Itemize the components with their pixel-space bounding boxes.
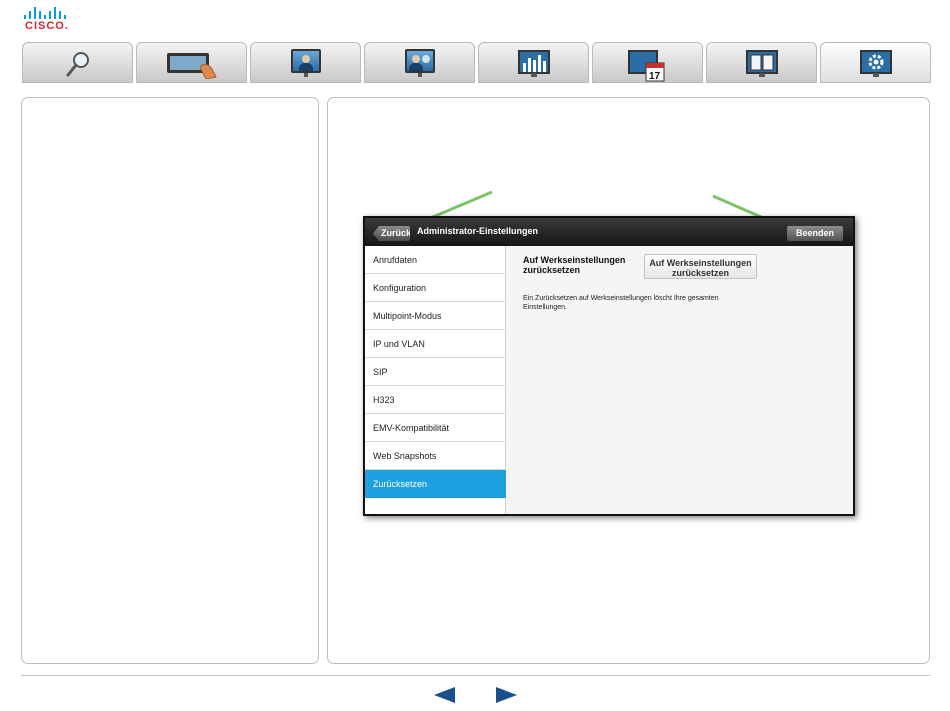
menu-item-emv[interactable]: EMV-Kompatibilität xyxy=(365,414,506,442)
footer-divider xyxy=(21,675,930,676)
next-page-icon[interactable] xyxy=(496,686,518,704)
end-button[interactable]: Beenden xyxy=(787,226,843,241)
previous-page-icon[interactable] xyxy=(433,686,455,704)
factory-reset-button[interactable]: Auf Werkseinstellungen zurücksetzen xyxy=(644,254,757,279)
menu-item-reset[interactable]: Zurücksetzen xyxy=(365,470,506,498)
menu-item-h323[interactable]: H323 xyxy=(365,386,506,414)
menu-item-sip[interactable]: SIP xyxy=(365,358,506,386)
menu-item-multipoint[interactable]: Multipoint-Modus xyxy=(365,302,506,330)
device-body: Anrufdaten Konfiguration Multipoint-Modu… xyxy=(365,246,853,514)
menu-item-konfiguration[interactable]: Konfiguration xyxy=(365,274,506,302)
page: CISCO. 17 Zurück Administrator-Einstellu… xyxy=(0,0,950,711)
reset-title: Auf Werkseinstellungen zurücksetzen xyxy=(523,255,626,275)
reset-content: Auf Werkseinstellungen zurücksetzen Auf … xyxy=(506,246,853,514)
menu-item-ip-vlan[interactable]: IP und VLAN xyxy=(365,330,506,358)
device-header: Zurück Administrator-Einstellungen Beend… xyxy=(365,218,853,246)
reset-description: Ein Zurücksetzen auf Werkseinstellungen … xyxy=(523,295,719,311)
menu-item-web-snapshots[interactable]: Web Snapshots xyxy=(365,442,506,470)
settings-menu: Anrufdaten Konfiguration Multipoint-Modu… xyxy=(365,246,506,514)
device-screenshot: Zurück Administrator-Einstellungen Beend… xyxy=(363,216,855,516)
menu-item-anrufdaten[interactable]: Anrufdaten xyxy=(365,246,506,274)
device-title: Administrator-Einstellungen xyxy=(417,226,539,236)
back-button[interactable]: Zurück xyxy=(373,226,410,241)
